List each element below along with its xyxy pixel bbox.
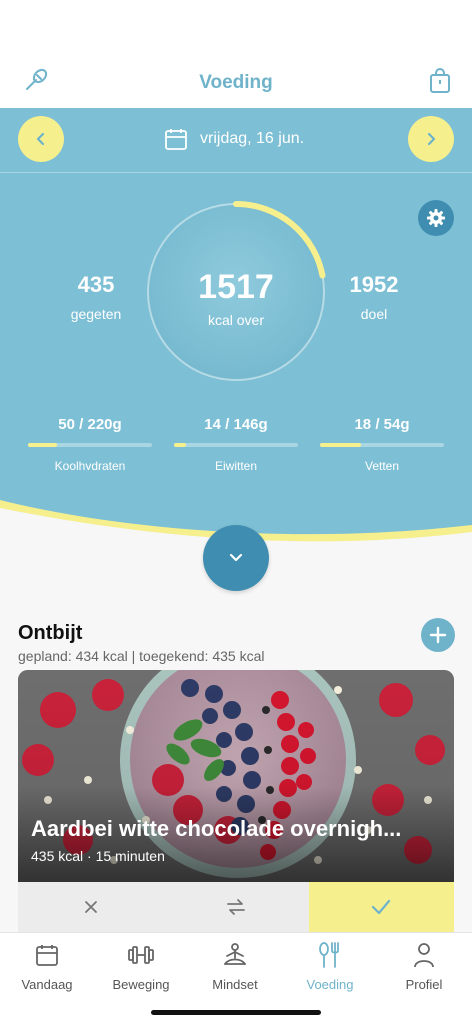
- settings-button[interactable]: [418, 200, 454, 236]
- meal-subtitle: gepland: 434 kcal | toegekend: 435 kcal: [18, 648, 265, 664]
- person-icon: [377, 941, 471, 969]
- macro-value: 50 / 220g: [58, 416, 122, 433]
- macro-progress-bar: [28, 443, 152, 447]
- checkmark-icon: [372, 899, 391, 915]
- tab-profiel[interactable]: Profiel: [377, 941, 471, 992]
- date-selector[interactable]: vrijdag, 16 jun.: [164, 126, 304, 152]
- calendar-icon: [0, 941, 94, 969]
- macro-progress-fill: [28, 443, 57, 447]
- fork-knife-icon: [283, 941, 377, 969]
- recipe-actions: [18, 882, 454, 932]
- tab-label: Beweging: [112, 977, 170, 992]
- kcal-remaining-label: kcal over: [207, 312, 265, 328]
- tab-label: Mindset: [212, 977, 258, 992]
- recipe-title: Aardbei witte chocolade overnigh...: [31, 816, 402, 841]
- divider: [0, 172, 472, 173]
- swap-recipe-button[interactable]: [163, 882, 309, 932]
- macro-progress-bar: [320, 443, 444, 447]
- tab-beweging[interactable]: Beweging: [94, 941, 188, 992]
- macro-value: 14 / 146g: [204, 416, 268, 433]
- goal-label: doel: [360, 306, 388, 322]
- macro-progress-fill: [174, 443, 187, 447]
- macro-progress-fill: [320, 443, 361, 447]
- eaten-value: 435: [77, 272, 115, 297]
- macro-carbs: 50 / 220g Koolhydraten: [28, 416, 152, 473]
- meditation-icon: [188, 941, 282, 969]
- tab-label: Profiel: [405, 977, 443, 992]
- goal-stat: 1952 doel: [314, 272, 434, 322]
- tab-label: Vandaag: [21, 977, 73, 992]
- recipe-card[interactable]: Aardbei witte chocolade overnigh... 435 …: [18, 670, 454, 932]
- gear-icon: [427, 209, 445, 227]
- add-food-button[interactable]: [421, 618, 455, 652]
- meal-title: Ontbijt: [18, 622, 83, 644]
- shopping-bag-icon[interactable]: [428, 68, 452, 94]
- date-navigator: vrijdag, 16 jun.: [0, 108, 472, 170]
- close-icon: [84, 901, 97, 913]
- macro-fat: 18 / 54g Vetten: [320, 416, 444, 473]
- kcal-remaining-value: 1517: [198, 268, 274, 306]
- eaten-stat: 435 gegeten: [36, 272, 156, 322]
- tab-label: Voeding: [306, 977, 354, 992]
- top-header: Voeding: [0, 56, 472, 108]
- eaten-label: gegeten: [70, 306, 122, 322]
- macro-value: 18 / 54g: [354, 416, 410, 433]
- swap-icon: [227, 899, 245, 915]
- previous-day-button[interactable]: [18, 116, 64, 162]
- dumbbell-icon: [94, 941, 188, 969]
- recipe-meta: 435 kcal · 15 minuten: [31, 848, 165, 864]
- chevron-down-icon: [229, 553, 243, 562]
- date-label: vrijdag, 16 jun.: [200, 130, 305, 147]
- page-title: Voeding: [199, 72, 273, 93]
- plus-icon: [429, 626, 447, 644]
- expand-summary-button[interactable]: [203, 525, 269, 591]
- next-day-button[interactable]: [408, 116, 454, 162]
- tab-vandaag[interactable]: Vandaag: [0, 941, 94, 992]
- confirm-recipe-button[interactable]: [308, 882, 454, 932]
- chevron-right-icon: [427, 132, 436, 146]
- calendar-icon: [165, 129, 187, 150]
- goal-value: 1952: [349, 272, 399, 297]
- macro-protein: 14 / 146g Eiwitten: [174, 416, 298, 473]
- tab-mindset[interactable]: Mindset: [188, 941, 282, 992]
- chevron-left-icon: [36, 132, 45, 146]
- home-indicator: [151, 1010, 321, 1015]
- tab-voeding[interactable]: Voeding: [283, 941, 377, 992]
- meal-section: Ontbijt gepland: 434 kcal | toegekend: 4…: [0, 560, 472, 932]
- remove-recipe-button[interactable]: [18, 882, 164, 932]
- macro-progress-bar: [174, 443, 298, 447]
